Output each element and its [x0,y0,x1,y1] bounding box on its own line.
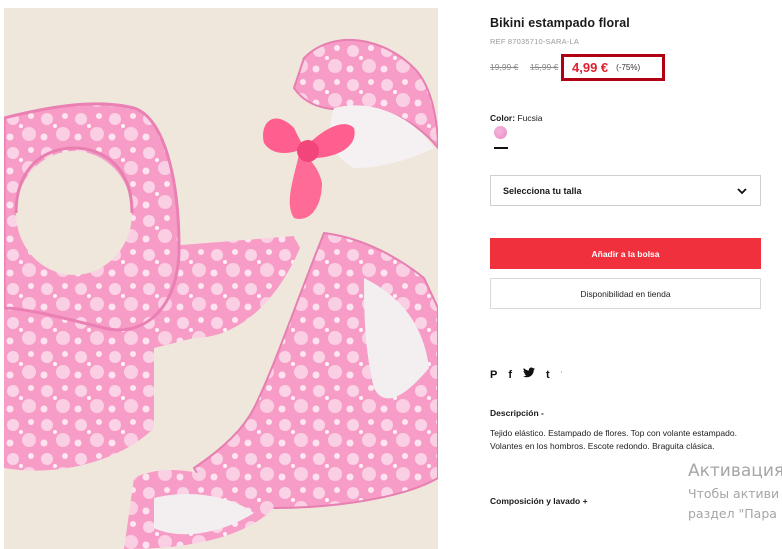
product-image[interactable] [4,8,438,549]
tumblr-icon[interactable]: t [546,368,550,382]
selected-swatch-indicator [494,147,508,149]
previous-price: 15,99 € [530,62,559,72]
store-availability-button[interactable]: Disponibilidad en tienda [490,278,761,309]
watermark-title: Активация [688,461,782,481]
size-select-label: Selecciona tu talla [503,185,582,196]
add-to-bag-button[interactable]: Añadir a la bolsa [490,238,761,269]
color-value: Fucsia [517,113,543,123]
watermark-line-2: раздел "Пара [688,506,777,521]
discount-badge: (-75%) [616,63,641,72]
watermark-line-1: Чтобы активи [688,486,780,501]
pinterest-icon[interactable]: P [490,368,497,382]
product-ref: REF 87035710-SARA-LA [490,37,580,46]
twitter-icon[interactable] [523,367,536,382]
facebook-icon[interactable]: f [508,368,512,382]
description-toggle[interactable]: Descripción - [490,408,544,418]
original-price: 19,99 € [490,62,519,72]
color-label: Color: Fucsia [490,113,542,123]
composition-toggle[interactable]: Composición y lavado + [490,496,588,506]
color-swatch-fucsia[interactable] [494,126,507,139]
description-text: Tejido elástico. Estampado de flores. To… [490,428,737,451]
size-select[interactable]: Selecciona tu talla [490,175,761,206]
current-price: 4,99 € [572,60,609,75]
social-share: P f t ' [490,367,562,382]
current-price-highlight: 4,99 € (-75%) [561,54,665,81]
color-label-key: Color: [490,113,516,123]
activation-watermark: Активация Чтобы активи раздел "Пара [688,458,782,524]
more-share-icon[interactable]: ' [561,368,563,382]
bikini-illustration [4,8,438,549]
chevron-down-icon [737,187,747,194]
product-title: Bikini estampado floral [490,16,630,30]
